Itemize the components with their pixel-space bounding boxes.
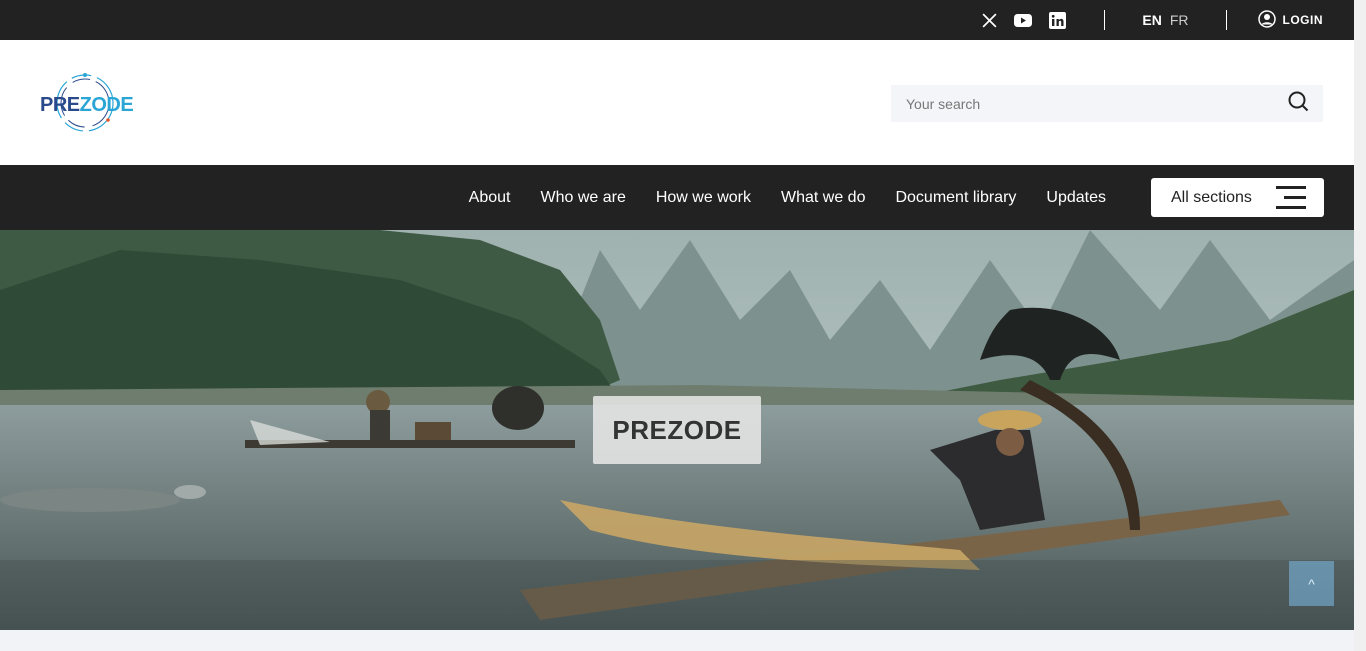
prezode-logo[interactable]: PREZODE [38,72,134,134]
nav-about[interactable]: About [469,189,511,207]
nav-how-we-work[interactable]: How we work [656,189,751,207]
all-sections-button[interactable]: All sections [1151,178,1324,217]
nav-what-we-do[interactable]: What we do [781,189,865,207]
user-icon [1257,9,1276,31]
menu-icon [1276,186,1306,209]
divider [1225,10,1227,30]
page-scrollbar[interactable] [1354,0,1366,651]
all-sections-label: All sections [1171,188,1252,206]
language-switcher: EN FR [1142,12,1188,28]
nav-links: About Who we are How we work What we do … [469,189,1106,207]
nav-updates[interactable]: Updates [1046,189,1106,207]
logo-pre: PRE [40,94,80,116]
login-label: LOGIN [1282,13,1323,27]
search-icon[interactable] [1288,91,1309,117]
youtube-icon[interactable] [1014,11,1033,29]
lang-fr[interactable]: FR [1170,12,1189,28]
lang-en[interactable]: EN [1142,12,1161,28]
login-button[interactable]: LOGIN [1257,9,1324,31]
x-icon[interactable] [980,11,998,29]
logo-zode: ZODE [79,94,134,116]
divider [1104,10,1106,30]
content-start [0,630,1354,651]
hero-banner: PREZODE ^ [0,230,1354,630]
logo-text: PREZODE [40,94,134,117]
nav-document-library[interactable]: Document library [895,189,1016,207]
scroll-to-top-button[interactable]: ^ [1289,561,1334,606]
site-header: PREZODE [0,40,1354,165]
nav-who-we-are[interactable]: Who we are [540,189,625,207]
linkedin-icon[interactable] [1048,11,1066,29]
social-links [980,11,1066,29]
search-input[interactable] [906,95,1288,112]
search-bar [891,85,1323,122]
chevron-up-icon: ^ [1308,575,1315,592]
main-nav: About Who we are How we work What we do … [0,165,1354,230]
top-bar: EN FR LOGIN [0,0,1354,40]
hero-title: PREZODE [593,396,761,464]
